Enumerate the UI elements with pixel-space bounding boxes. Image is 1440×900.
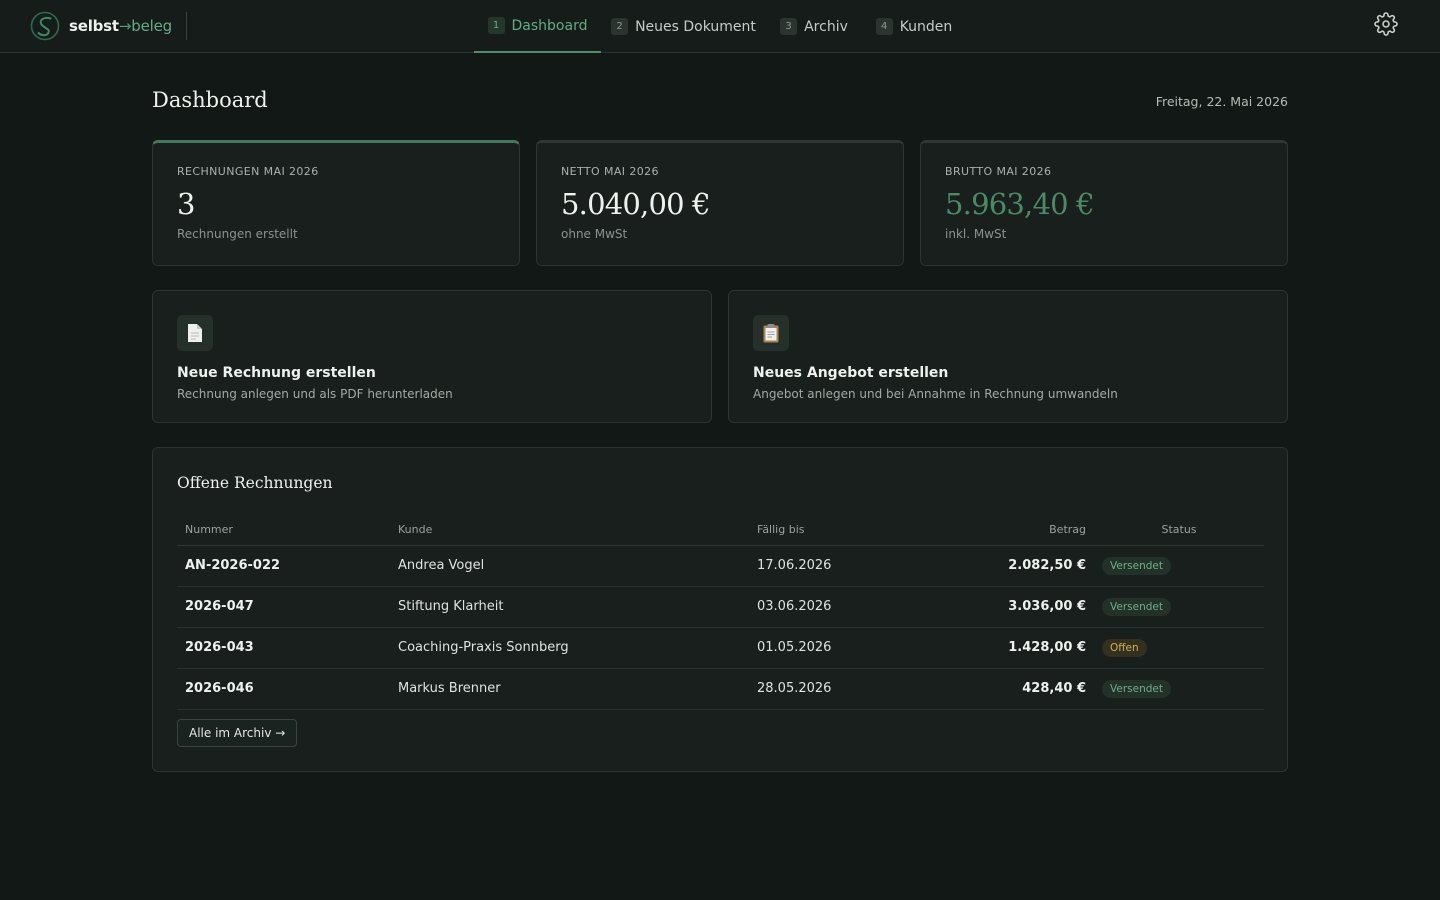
stat-card-invoices: Rechnungen Mai 2026 3 Rechnungen erstell… [152, 140, 520, 266]
settings-gear-icon[interactable] [1374, 12, 1398, 36]
open-invoices-panel: Offene Rechnungen Nummer Kunde Fällig bi… [152, 447, 1288, 772]
action-title: Neues Angebot erstellen [753, 365, 949, 381]
invoice-status-cell: Versendet [1094, 545, 1264, 587]
nav-tab-label: Neues Dokument [635, 18, 756, 35]
invoice-amount: 2.082,50 € [894, 545, 1094, 587]
nav-tab-dashboard[interactable]: 1 Dashboard [474, 0, 601, 53]
nav-tab-customers[interactable]: 4 Kunden [870, 0, 958, 53]
open-invoices-table: Nummer Kunde Fällig bis Betrag Status AN… [177, 514, 1264, 710]
stat-label: Rechnungen Mai 2026 [177, 165, 319, 178]
status-badge: Versendet [1102, 679, 1171, 698]
stat-card-net: Netto Mai 2026 5.040,00 € ohne MwSt [536, 140, 904, 266]
panel-title: Offene Rechnungen [177, 474, 333, 492]
stat-card-gross: Brutto Mai 2026 5.963,40 € inkl. MwSt [920, 140, 1288, 266]
nav-tab-label: Kunden [899, 18, 953, 35]
document-icon [177, 315, 213, 351]
status-badge: Versendet [1102, 556, 1171, 575]
column-header-amount[interactable]: Betrag [894, 514, 1094, 546]
stat-label: Brutto Mai 2026 [945, 165, 1052, 178]
stat-sublabel: Rechnungen erstellt [177, 227, 298, 241]
invoice-number: 2026-047 [177, 586, 390, 628]
stat-sublabel: inkl. MwSt [945, 227, 1007, 241]
new-invoice-card[interactable]: Neue Rechnung erstellen Rechnung anlegen… [152, 290, 712, 423]
action-title: Neue Rechnung erstellen [177, 365, 376, 381]
invoice-due-date: 28.05.2026 [749, 668, 894, 710]
nav-tab-number: 3 [780, 18, 798, 35]
stat-value: 5.963,40 € [945, 187, 1095, 221]
invoice-amount: 428,40 € [894, 668, 1094, 710]
invoice-status-cell: Versendet [1094, 668, 1264, 710]
nav-tab-label: Dashboard [511, 17, 588, 34]
brand-part-2: beleg [131, 17, 172, 35]
invoice-number: 2026-046 [177, 668, 390, 710]
invoice-status-cell: Offen [1094, 627, 1264, 669]
nav-tab-new-document[interactable]: 2 Neues Dokument [609, 0, 758, 53]
action-description: Angebot anlegen und bei Annahme in Rechn… [753, 387, 1118, 401]
invoice-status-cell: Versendet [1094, 586, 1264, 628]
new-offer-card[interactable]: Neues Angebot erstellen Angebot anlegen … [728, 290, 1288, 423]
invoice-due-date: 01.05.2026 [749, 627, 894, 669]
table-header-row: Nummer Kunde Fällig bis Betrag Status [177, 514, 1264, 546]
table-row[interactable]: 2026-047 Stiftung Klarheit 03.06.2026 3.… [177, 586, 1264, 628]
page-title: Dashboard [152, 88, 268, 112]
status-badge: Versendet [1102, 597, 1171, 616]
view-all-archive-button[interactable]: Alle im Archiv → [177, 719, 298, 747]
stat-value: 3 [177, 187, 195, 221]
stat-value: 5.040,00 € [561, 187, 711, 221]
brand[interactable]: selbst→beleg [30, 10, 172, 42]
brand-part-1: selbst [69, 17, 119, 35]
brand-divider [186, 12, 187, 40]
table-row[interactable]: 2026-043 Coaching-Praxis Sonnberg 01.05.… [177, 627, 1264, 669]
top-bar: selbst→beleg 1 Dashboard 2 Neues Dokumen… [0, 0, 1440, 53]
nav-tab-archive[interactable]: 3 Archiv [774, 0, 854, 53]
column-header-number[interactable]: Nummer [177, 514, 390, 546]
invoice-number: AN-2026-022 [177, 545, 390, 587]
invoice-customer: Andrea Vogel [390, 545, 749, 587]
column-header-status[interactable]: Status [1094, 514, 1264, 546]
column-header-customer[interactable]: Kunde [390, 514, 749, 546]
invoice-customer: Markus Brenner [390, 668, 749, 710]
action-description: Rechnung anlegen und als PDF herunterlad… [177, 387, 453, 401]
clipboard-icon [753, 315, 789, 351]
brand-name: selbst→beleg [69, 17, 172, 35]
brand-arrow: → [118, 17, 132, 35]
logo-icon [30, 11, 60, 41]
stat-label: Netto Mai 2026 [561, 165, 659, 178]
nav-tab-label: Archiv [804, 18, 848, 35]
nav-tab-number: 2 [611, 18, 629, 35]
column-header-due[interactable]: Fällig bis [749, 514, 894, 546]
invoice-number: 2026-043 [177, 627, 390, 669]
current-date: Freitag, 22. Mai 2026 [1155, 94, 1288, 109]
status-badge: Offen [1102, 638, 1147, 657]
invoice-amount: 1.428,00 € [894, 627, 1094, 669]
invoice-amount: 3.036,00 € [894, 586, 1094, 628]
invoice-customer: Stiftung Klarheit [390, 586, 749, 628]
invoice-customer: Coaching-Praxis Sonnberg [390, 627, 749, 669]
nav-tab-number: 1 [487, 17, 505, 34]
invoice-due-date: 17.06.2026 [749, 545, 894, 587]
stat-sublabel: ohne MwSt [561, 227, 628, 241]
table-row[interactable]: 2026-046 Markus Brenner 28.05.2026 428,4… [177, 668, 1264, 710]
nav-tab-number: 4 [875, 18, 893, 35]
invoice-due-date: 03.06.2026 [749, 586, 894, 628]
table-row[interactable]: AN-2026-022 Andrea Vogel 17.06.2026 2.08… [177, 545, 1264, 587]
